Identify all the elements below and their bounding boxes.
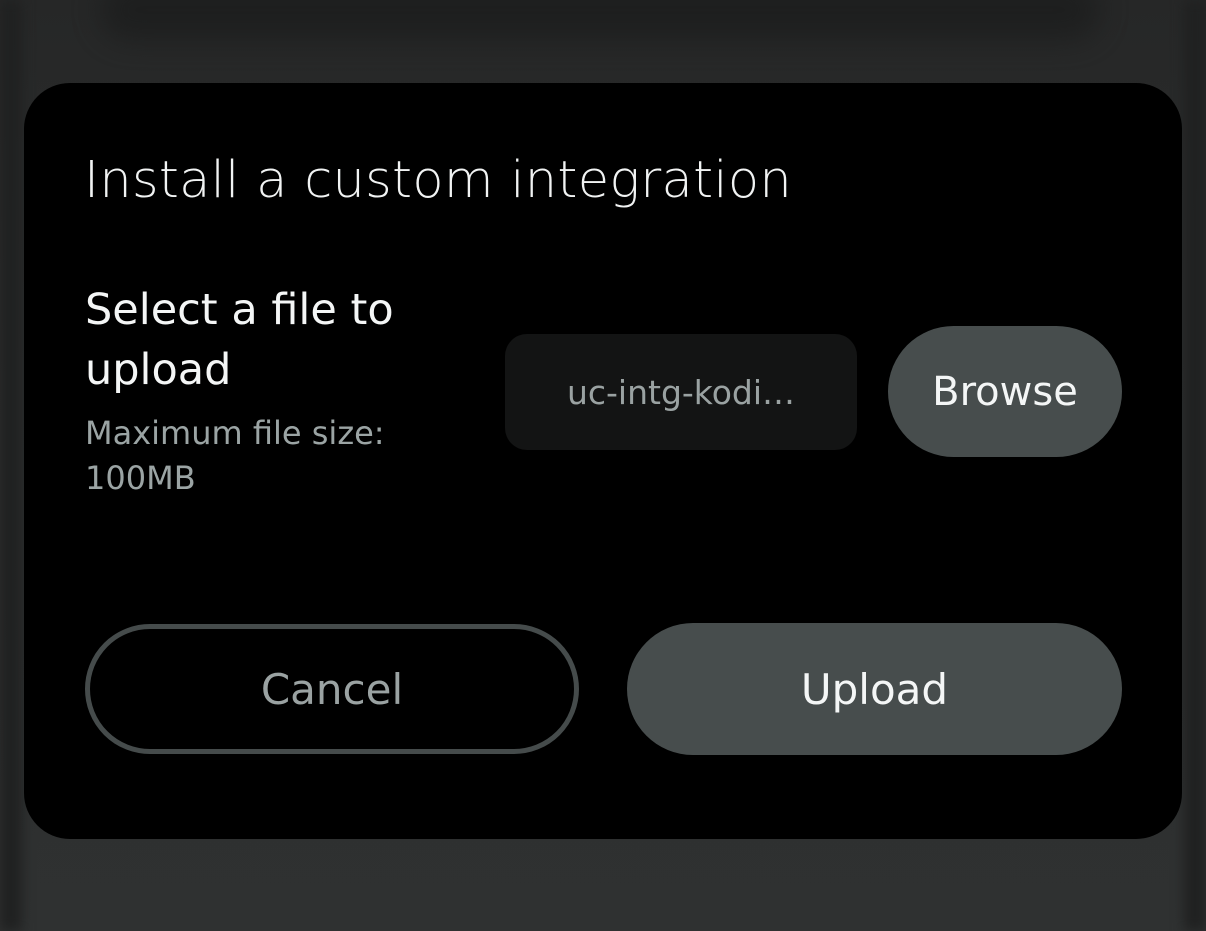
backdrop-edge [0, 0, 22, 931]
upload-button[interactable]: Upload [627, 623, 1122, 755]
cancel-button-label: Cancel [260, 664, 404, 714]
cancel-button[interactable]: Cancel [85, 624, 579, 754]
blurred-background-bar [100, 0, 1100, 40]
selected-file-name: uc-intg-kodi… [566, 372, 796, 412]
browse-button-label: Browse [932, 368, 1078, 415]
max-file-size-hint: Maximum file size: 100MB [85, 414, 385, 497]
backdrop-edge [1184, 0, 1206, 931]
install-integration-dialog: Install a custom integration Select a fi… [24, 83, 1182, 839]
dialog-title: Install a custom integration [84, 151, 793, 210]
selected-file-field[interactable]: uc-intg-kodi… [505, 334, 857, 450]
browse-button[interactable]: Browse [888, 326, 1122, 457]
file-select-label: Select a file to upload [85, 285, 394, 395]
upload-button-label: Upload [800, 664, 949, 714]
